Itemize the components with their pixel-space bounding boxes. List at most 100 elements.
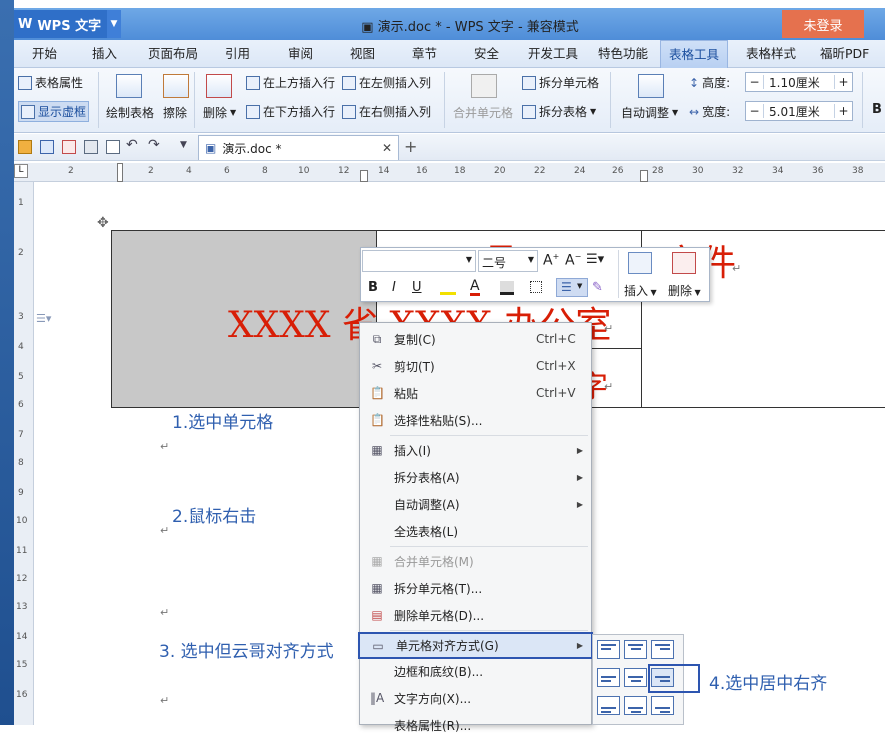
tab-table-style[interactable]: 表格样式 (746, 40, 796, 68)
menu-item-paste[interactable]: 📋 粘贴 Ctrl+V (360, 381, 591, 405)
plus-icon[interactable]: + (834, 75, 852, 89)
column-marker[interactable] (360, 170, 368, 182)
draw-table-button[interactable]: 绘制表格 (106, 104, 154, 121)
tab-features[interactable]: 特色功能 (598, 40, 648, 68)
save-icon[interactable] (40, 140, 54, 154)
merge-cells-button[interactable]: 合并单元格 (453, 104, 513, 121)
minus-icon[interactable]: − (746, 75, 764, 89)
table-properties-button[interactable]: 表格属性 (18, 74, 83, 91)
merge-cells-icon (471, 74, 497, 98)
login-button[interactable]: 未登录 (782, 10, 864, 38)
row-height-stepper[interactable]: − 1.10厘米 + (745, 72, 853, 92)
mini-bold-button[interactable]: B (368, 280, 378, 295)
menu-item-split-table[interactable]: 拆分表格(A) ▶ (360, 465, 591, 489)
print-icon[interactable] (84, 140, 98, 154)
column-marker[interactable] (640, 170, 648, 182)
menu-item-copy[interactable]: ⧉ 复制(C) Ctrl+C (360, 327, 591, 351)
column-width-value[interactable]: 5.01厘米 (764, 103, 834, 120)
font-color-icon[interactable]: A (470, 279, 480, 296)
insert-row-below-button[interactable]: 在下方插入行 (246, 103, 335, 120)
menu-item-text-direction[interactable]: ‖A 文字方向(X)... (360, 686, 591, 710)
undo-icon[interactable]: ↶ (126, 137, 138, 153)
borders-icon[interactable] (530, 281, 542, 293)
tab-references[interactable]: 引用 (225, 40, 250, 68)
open-folder-icon[interactable] (18, 140, 32, 154)
font-name-dropdown[interactable]: ▼ (362, 250, 476, 272)
tab-chapter[interactable]: 章节 (412, 40, 437, 68)
align-bottom-right-icon[interactable] (651, 696, 674, 715)
column-width-stepper[interactable]: − 5.01厘米 + (745, 101, 853, 121)
menu-item-cut[interactable]: ✂ 剪切(T) Ctrl+X (360, 354, 591, 378)
mini-insert-button[interactable]: 插入 ▼ (624, 282, 657, 299)
tab-stop-selector[interactable]: L (14, 164, 28, 178)
erase-button[interactable]: 擦除 (163, 104, 187, 121)
tab-review[interactable]: 审阅 (288, 40, 313, 68)
ruler-tick: 5 (18, 372, 24, 382)
cell-align-button[interactable]: ☰ ▼ (556, 278, 588, 297)
align-bottom-left-icon[interactable] (597, 696, 620, 715)
split-table-dropdown[interactable]: 拆分表格 ▼ (522, 103, 596, 120)
tab-page-layout[interactable]: 页面布局 (148, 40, 198, 68)
tab-security[interactable]: 安全 (474, 40, 499, 68)
export-pdf-icon[interactable] (62, 140, 76, 154)
align-top-center-icon[interactable] (624, 640, 647, 659)
mini-delete-button[interactable]: 删除 ▼ (668, 282, 701, 299)
show-gridlines-toggle[interactable]: 显示虚框 (18, 101, 90, 122)
tab-home[interactable]: 开始 (32, 40, 57, 68)
table-move-handle-icon[interactable]: ✥ (97, 215, 109, 231)
format-painter-icon[interactable]: ✎ (592, 280, 603, 295)
tab-table-tools[interactable]: 表格工具 (660, 40, 729, 68)
menu-item-split-cells[interactable]: ▦ 拆分单元格(T)... (360, 576, 591, 600)
insert-row-above-button[interactable]: 在上方插入行 (246, 74, 335, 91)
insert-column-left-button[interactable]: 在左侧插入列 (342, 74, 431, 91)
tab-developer[interactable]: 开发工具 (528, 40, 578, 68)
paragraph-icon[interactable]: ☰▾ (36, 312, 51, 325)
column-width-icon: ↔ 宽度: (689, 104, 731, 120)
align-top-right-icon[interactable] (651, 640, 674, 659)
font-size-dropdown[interactable]: 二号 ▼ (478, 250, 538, 272)
wps-app-button[interactable]: W WPS 文字 ▼ (14, 10, 121, 38)
mini-italic-button[interactable]: I (392, 280, 396, 295)
line-spacing-icon[interactable]: ☰▾ (586, 252, 604, 267)
mini-underline-button[interactable]: U (412, 280, 422, 295)
align-top-left-icon[interactable] (597, 640, 620, 659)
chevron-down-icon: ▼ (648, 288, 657, 297)
tab-foxit-pdf[interactable]: 福昕PDF (820, 40, 869, 68)
split-cells-button[interactable]: 拆分单元格 (522, 74, 599, 91)
document-tab[interactable]: ▣ 演示.doc * ✕ (198, 135, 399, 160)
menu-item-cell-alignment[interactable]: ▭ 单元格对齐方式(G) ▶ (358, 632, 593, 659)
close-icon[interactable]: ✕ (382, 141, 392, 155)
menu-item-table-properties[interactable]: 表格属性(R)... (360, 713, 591, 737)
menu-item-borders-shading[interactable]: 边框和底纹(B)... (360, 659, 591, 683)
decrease-font-icon[interactable]: A− (565, 252, 581, 269)
indent-marker[interactable] (117, 163, 123, 182)
row-height-value[interactable]: 1.10厘米 (764, 74, 834, 91)
minus-icon[interactable]: − (746, 104, 764, 118)
bold-button[interactable]: B (872, 102, 882, 117)
autofit-dropdown[interactable]: 自动调整 ▼ (621, 104, 678, 121)
menu-item-delete-cells[interactable]: ▤ 删除单元格(D)... (360, 603, 591, 627)
plus-icon[interactable]: + (834, 104, 852, 118)
tab-insert[interactable]: 插入 (92, 40, 117, 68)
new-tab-icon[interactable]: + (404, 137, 417, 156)
highlight-icon[interactable] (440, 281, 456, 295)
vertical-ruler[interactable] (14, 182, 34, 725)
increase-font-icon[interactable]: A+ (543, 252, 559, 269)
chevron-down-icon[interactable]: ▼ (180, 140, 187, 150)
shading-icon[interactable] (500, 281, 514, 295)
menu-item-merge-cells[interactable]: ▦ 合并单元格(M) (360, 549, 591, 573)
align-middle-center-icon[interactable] (624, 668, 647, 687)
align-middle-left-icon[interactable] (597, 668, 620, 687)
insert-column-right-button[interactable]: 在右侧插入列 (342, 103, 431, 120)
align-bottom-center-icon[interactable] (624, 696, 647, 715)
menu-item-paste-special[interactable]: 📋 选择性粘贴(S)... (360, 408, 591, 432)
menu-item-insert[interactable]: ▦ 插入(I) ▶ (360, 438, 591, 462)
chevron-down-icon[interactable]: ▼ (107, 10, 121, 38)
menu-item-autofit[interactable]: 自动调整(A) ▶ (360, 492, 591, 516)
redo-icon[interactable]: ↷ (148, 137, 160, 153)
menu-item-select-table[interactable]: 全选表格(L) (360, 519, 591, 543)
delete-dropdown[interactable]: 删除 ▼ (203, 104, 236, 121)
print-preview-icon[interactable] (106, 140, 120, 154)
horizontal-ruler[interactable] (14, 163, 885, 182)
tab-view[interactable]: 视图 (350, 40, 375, 68)
